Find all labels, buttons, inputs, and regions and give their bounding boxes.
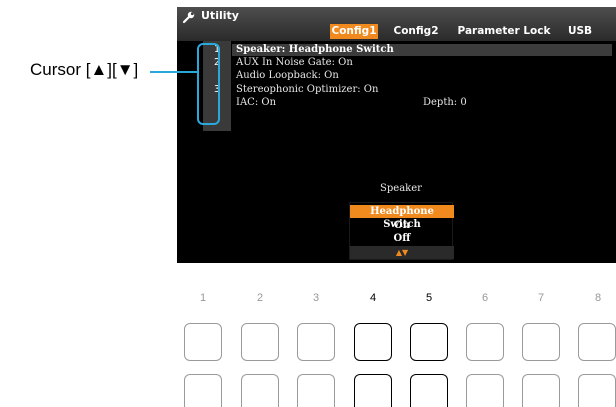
iac-depth-value: Depth: 0 [423,97,467,108]
settings-list: 1 Speaker: Headphone Switch 2 AUX In Noi… [177,41,616,131]
button-number-1: 1 [199,292,207,304]
page-title: Utility [201,9,239,22]
row-label: IAC: On [236,97,277,108]
callout-line [150,71,198,73]
lcd-screen: Utility Config1 Config2 Parameter Lock U… [177,7,616,263]
lower-button-3[interactable] [297,374,335,407]
list-item-stereophonic-optimizer[interactable]: 3 Stereophonic Optimizer: On [177,84,616,96]
upper-button-2[interactable] [241,323,279,361]
popup-option-headphone-switch[interactable]: Headphone Switch [350,205,454,230]
popup-option-off[interactable]: Off [350,232,454,245]
button-number-4: 4 [369,292,377,304]
button-number-7: 7 [537,292,545,304]
row-label: AUX In Noise Gate: On [236,57,353,68]
button-number-6: 6 [481,292,489,304]
lower-button-7[interactable] [522,374,560,407]
lower-button-5[interactable] [410,374,448,407]
list-item-audio-loopback[interactable]: Audio Loopback: On [177,70,616,82]
popup-title: Speaker [380,183,422,194]
popup-option-list: Headphone Switch On Off ▲▼ [349,202,454,260]
row-label: Audio Loopback: On [236,70,339,81]
upper-button-5[interactable] [410,323,448,361]
button-number-8: 8 [594,292,602,304]
tab-usb[interactable]: USB [565,24,595,39]
button-number-3: 3 [312,292,320,304]
up-down-arrows-icon: ▲▼ [350,246,454,259]
speaker-popup: Speaker Headphone Switch On Off ▲▼ [345,182,457,260]
row-label: Speaker: Headphone Switch [236,44,394,55]
cursor-callout-label: Cursor [▲][▼] [30,60,139,79]
tab-config2[interactable]: Config2 [386,24,446,39]
upper-button-8[interactable] [578,323,616,361]
list-item-aux-noise-gate[interactable]: 2 AUX In Noise Gate: On [177,57,616,69]
lower-button-4[interactable] [354,374,392,407]
button-number-2: 2 [256,292,264,304]
upper-button-1[interactable] [184,323,222,361]
tab-config1[interactable]: Config1 [330,24,378,39]
popup-option-on[interactable]: On [350,219,454,232]
lower-button-8[interactable] [578,374,616,407]
lower-button-2[interactable] [241,374,279,407]
row-label: Stereophonic Optimizer: On [236,84,379,95]
tab-parameter-lock[interactable]: Parameter Lock [450,24,558,39]
lower-button-1[interactable] [184,374,222,407]
button-number-5: 5 [425,292,433,304]
upper-button-6[interactable] [466,323,504,361]
upper-button-3[interactable] [297,323,335,361]
wrench-icon [182,11,195,24]
upper-button-4[interactable] [354,323,392,361]
upper-button-7[interactable] [522,323,560,361]
title-bar: Utility Config1 Config2 Parameter Lock U… [177,7,616,41]
callout-highlight-box [197,43,220,125]
lower-button-6[interactable] [466,374,504,407]
list-item-iac[interactable]: IAC: On Depth: 0 [177,97,616,109]
list-item-speaker[interactable]: 1 Speaker: Headphone Switch [177,44,616,56]
